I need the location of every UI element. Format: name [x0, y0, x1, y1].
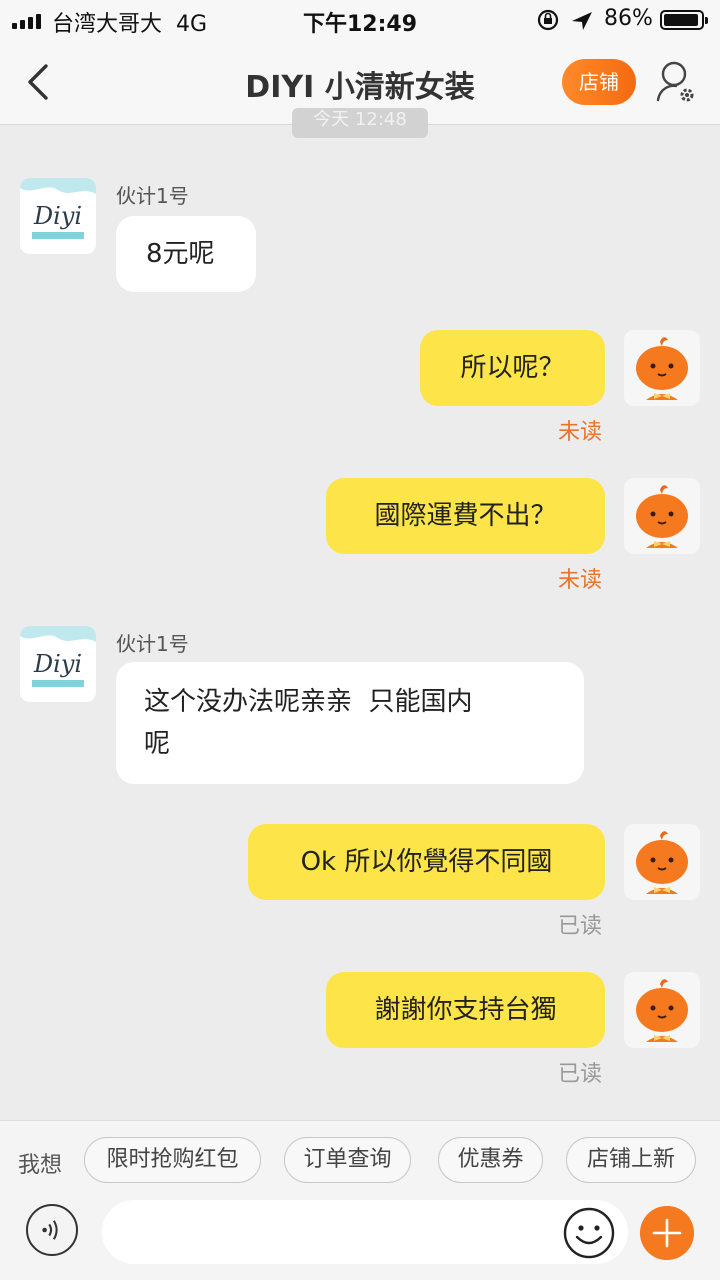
message-bubble-outgoing[interactable]: Ok 所以你覺得不同國: [248, 824, 605, 900]
emoji-icon[interactable]: [562, 1206, 616, 1260]
input-bar: [0, 1200, 720, 1280]
read-status: 未读: [558, 568, 603, 593]
shop-button[interactable]: 店铺: [562, 59, 636, 105]
sender-name: 伙计1号: [116, 632, 189, 656]
shop-avatar[interactable]: Diyi: [20, 626, 96, 702]
read-status: 未读: [558, 420, 603, 445]
message-line: 这个没办法呢亲亲 只能国内: [144, 687, 473, 717]
my-avatar[interactable]: [624, 972, 700, 1048]
voice-icon[interactable]: [26, 1204, 78, 1256]
pumpkin-avatar-icon: [636, 831, 688, 894]
chip-flash-sale[interactable]: 限时抢购红包: [84, 1137, 261, 1183]
chip-new-arrivals[interactable]: 店铺上新: [566, 1137, 696, 1183]
svg-text:Diyi: Diyi: [33, 650, 82, 678]
message-bubble-outgoing[interactable]: 所以呢？: [420, 330, 605, 406]
message-input[interactable]: [102, 1200, 628, 1264]
quick-reply-bar: 我想 限时抢购红包 订单查询 优惠券 店铺上新: [0, 1120, 720, 1201]
message-bubble-outgoing[interactable]: 國際運費不出？: [326, 478, 605, 554]
read-status: 已读: [558, 914, 603, 939]
pumpkin-avatar-icon: [636, 485, 688, 548]
my-avatar[interactable]: [624, 330, 700, 406]
sender-name: 伙计1号: [116, 184, 189, 208]
user-settings-icon[interactable]: [654, 58, 698, 106]
chip-order-query[interactable]: 订单查询: [284, 1137, 411, 1183]
message-bubble-incoming[interactable]: 8元呢: [116, 216, 256, 292]
battery-percent: 86%: [604, 6, 653, 31]
pumpkin-avatar-icon: [636, 337, 688, 400]
pumpkin-avatar-icon: [636, 979, 688, 1042]
message-line: 呢: [144, 729, 171, 759]
location-arrow-icon: [572, 12, 592, 30]
message-bubble-outgoing[interactable]: 謝謝你支持台獨: [326, 972, 605, 1048]
chip-coupon[interactable]: 优惠券: [438, 1137, 543, 1183]
shop-avatar[interactable]: Diyi: [20, 178, 96, 254]
time-divider: 今天 12:48: [292, 108, 428, 138]
read-status: 已读: [558, 1062, 603, 1087]
quick-reply-label: 我想: [18, 1153, 63, 1178]
svg-text:Diyi: Diyi: [33, 202, 82, 230]
rotation-lock-icon: [537, 9, 592, 31]
my-avatar[interactable]: [624, 824, 700, 900]
plus-icon[interactable]: [640, 1206, 694, 1260]
message-bubble-incoming[interactable]: 这个没办法呢亲亲 只能国内 呢: [116, 662, 584, 784]
my-avatar[interactable]: [624, 478, 700, 554]
battery-icon: [660, 10, 708, 30]
status-bar: 台湾大哥大 4G 下午12:49 86%: [0, 0, 720, 40]
